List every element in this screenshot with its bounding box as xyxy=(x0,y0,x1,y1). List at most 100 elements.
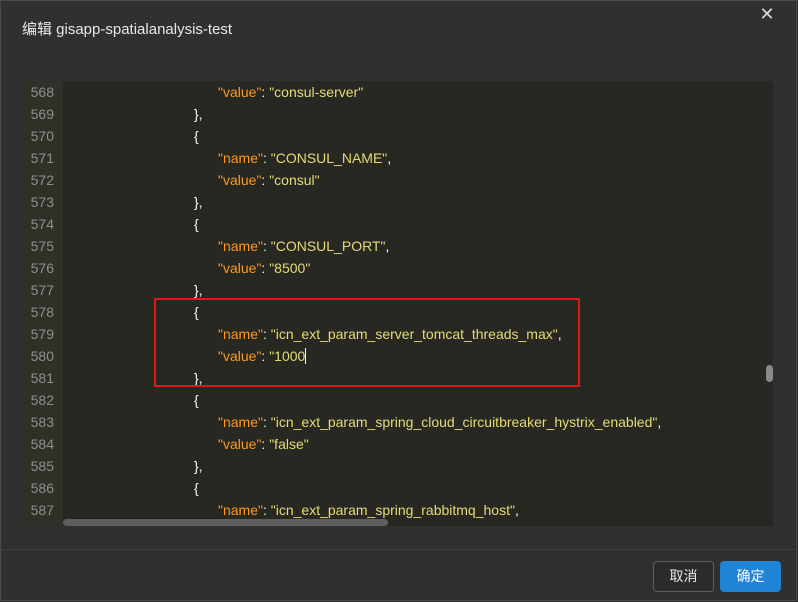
code-line[interactable]: 580 "value": "1000 xyxy=(22,345,773,367)
dialog-header: 编辑 gisapp-spatialanalysis-test ✕ xyxy=(1,1,796,59)
code-text: }, xyxy=(194,103,203,125)
code-text: }, xyxy=(194,455,203,477)
line-number: 583 xyxy=(30,414,54,430)
json-string: "consul-server" xyxy=(269,84,364,100)
code-text: "name": "icn_ext_param_spring_cloud_circ… xyxy=(218,411,661,433)
confirm-button[interactable]: 确定 xyxy=(720,561,781,592)
code-text: }, xyxy=(194,367,203,389)
code-line[interactable]: 576 "value": "8500" xyxy=(22,257,773,279)
code-text: }, xyxy=(194,191,203,213)
line-number: 582 xyxy=(30,392,54,408)
json-punct: , xyxy=(387,150,392,166)
json-key: "name" xyxy=(218,238,263,254)
code-line[interactable]: 573}, xyxy=(22,191,773,213)
cancel-button[interactable]: 取消 xyxy=(653,561,714,592)
code-text: "value": "consul" xyxy=(218,169,320,191)
line-number: 571 xyxy=(30,150,54,166)
json-punct: , xyxy=(657,414,662,430)
json-string: "8500" xyxy=(269,260,311,276)
code-editor[interactable]: 568 "value": "consul-server" 569}, 570{571 "… xyxy=(22,81,773,526)
json-punct: { xyxy=(194,128,199,144)
code-text: "value": "false" xyxy=(218,433,309,455)
vertical-scrollbar[interactable] xyxy=(766,365,773,382)
edit-dialog: 编辑 gisapp-spatialanalysis-test ✕ 568 "val… xyxy=(0,0,797,601)
json-punct: { xyxy=(194,216,199,232)
line-number: 576 xyxy=(30,260,54,276)
line-number: 587 xyxy=(30,502,54,518)
code-line[interactable]: 582 { xyxy=(22,389,773,411)
json-punct: : xyxy=(262,502,271,518)
code-line[interactable]: 572 "value": "consul" xyxy=(22,169,773,191)
json-string: "CONSUL_PORT" xyxy=(270,238,386,254)
json-key: "name" xyxy=(218,150,263,166)
json-punct: }, xyxy=(194,282,203,298)
code-text: { xyxy=(194,125,199,147)
code-line[interactable]: 578 { xyxy=(22,301,773,323)
json-punct: , xyxy=(514,502,519,518)
json-key: "name" xyxy=(218,502,263,518)
json-punct: : xyxy=(262,150,271,166)
dialog-title: 编辑 gisapp-spatialanalysis-test xyxy=(22,21,233,38)
json-key: "name" xyxy=(218,414,263,430)
code-text: { xyxy=(194,477,199,499)
code-text: "name": "icn_ext_param_server_tomcat_thr… xyxy=(218,323,562,345)
json-punct: }, xyxy=(194,106,203,122)
json-punct: }, xyxy=(194,194,203,210)
code-line[interactable]: 579 "name": "icn_ext_param_server_tomcat_… xyxy=(22,323,773,345)
json-punct: : xyxy=(262,326,271,342)
code-text: { xyxy=(194,389,199,411)
json-string: "consul" xyxy=(269,172,320,188)
json-key: "value" xyxy=(218,260,262,276)
code-text: "value": "consul-server" xyxy=(218,81,363,103)
code-line[interactable]: 569}, xyxy=(22,103,773,125)
json-key: "value" xyxy=(218,348,262,364)
code-text: "name": "CONSUL_PORT", xyxy=(218,235,389,257)
horizontal-scrollbar[interactable] xyxy=(63,519,388,526)
code-line[interactable]: 577}, xyxy=(22,279,773,301)
code-lines[interactable]: 568 "value": "consul-server" 569}, 570{571 "… xyxy=(22,81,773,521)
code-line[interactable]: 586 { xyxy=(22,477,773,499)
json-punct: : xyxy=(262,238,271,254)
code-line[interactable]: 585}, xyxy=(22,455,773,477)
code-text: }, xyxy=(194,279,203,301)
json-string: "1000 xyxy=(269,348,306,364)
line-number: 568 xyxy=(30,84,54,100)
line-number: 573 xyxy=(30,194,54,210)
close-icon[interactable]: ✕ xyxy=(758,5,776,23)
line-number: 584 xyxy=(30,436,54,452)
json-string: "false" xyxy=(269,436,309,452)
json-punct: { xyxy=(194,304,199,320)
line-number: 575 xyxy=(30,238,54,254)
json-key: "name" xyxy=(218,326,263,342)
code-text: "name": "icn_ext_param_spring_rabbitmq_h… xyxy=(218,499,519,521)
code-text: "name": "CONSUL_NAME", xyxy=(218,147,391,169)
json-key: "value" xyxy=(218,172,262,188)
code-line[interactable]: 583 "name": "icn_ext_param_spring_cloud_c… xyxy=(22,411,773,433)
code-text: "value": "1000 xyxy=(218,345,307,367)
line-number: 569 xyxy=(30,106,54,122)
code-line[interactable]: 575 "name": "CONSUL_PORT", xyxy=(22,235,773,257)
json-punct: { xyxy=(194,480,199,496)
code-line[interactable]: 574 { xyxy=(22,213,773,235)
line-number: 574 xyxy=(30,216,54,232)
json-punct: , xyxy=(385,238,390,254)
json-string: "icn_ext_param_server_tomcat_threads_max… xyxy=(270,326,558,342)
line-number: 579 xyxy=(30,326,54,342)
line-number: 585 xyxy=(30,458,54,474)
line-number: 570 xyxy=(30,128,54,144)
json-key: "value" xyxy=(218,84,262,100)
line-number: 572 xyxy=(30,172,54,188)
code-line[interactable]: 570 { xyxy=(22,125,773,147)
line-number: 577 xyxy=(30,282,54,298)
code-line[interactable]: 571 "name": "CONSUL_NAME", xyxy=(22,147,773,169)
json-string: "icn_ext_param_spring_rabbitmq_host" xyxy=(270,502,515,518)
code-line[interactable]: 584 "value": "false" xyxy=(22,433,773,455)
code-line[interactable]: 581}, xyxy=(22,367,773,389)
code-line[interactable]: 568 "value": "consul-server" xyxy=(22,81,773,103)
code-line[interactable]: 587 "name": "icn_ext_param_spring_rabbitm… xyxy=(22,499,773,521)
json-key: "value" xyxy=(218,436,262,452)
json-punct: , xyxy=(557,326,562,342)
line-number: 578 xyxy=(30,304,54,320)
text-cursor xyxy=(305,348,307,364)
json-string: "icn_ext_param_spring_cloud_circuitbreak… xyxy=(270,414,658,430)
